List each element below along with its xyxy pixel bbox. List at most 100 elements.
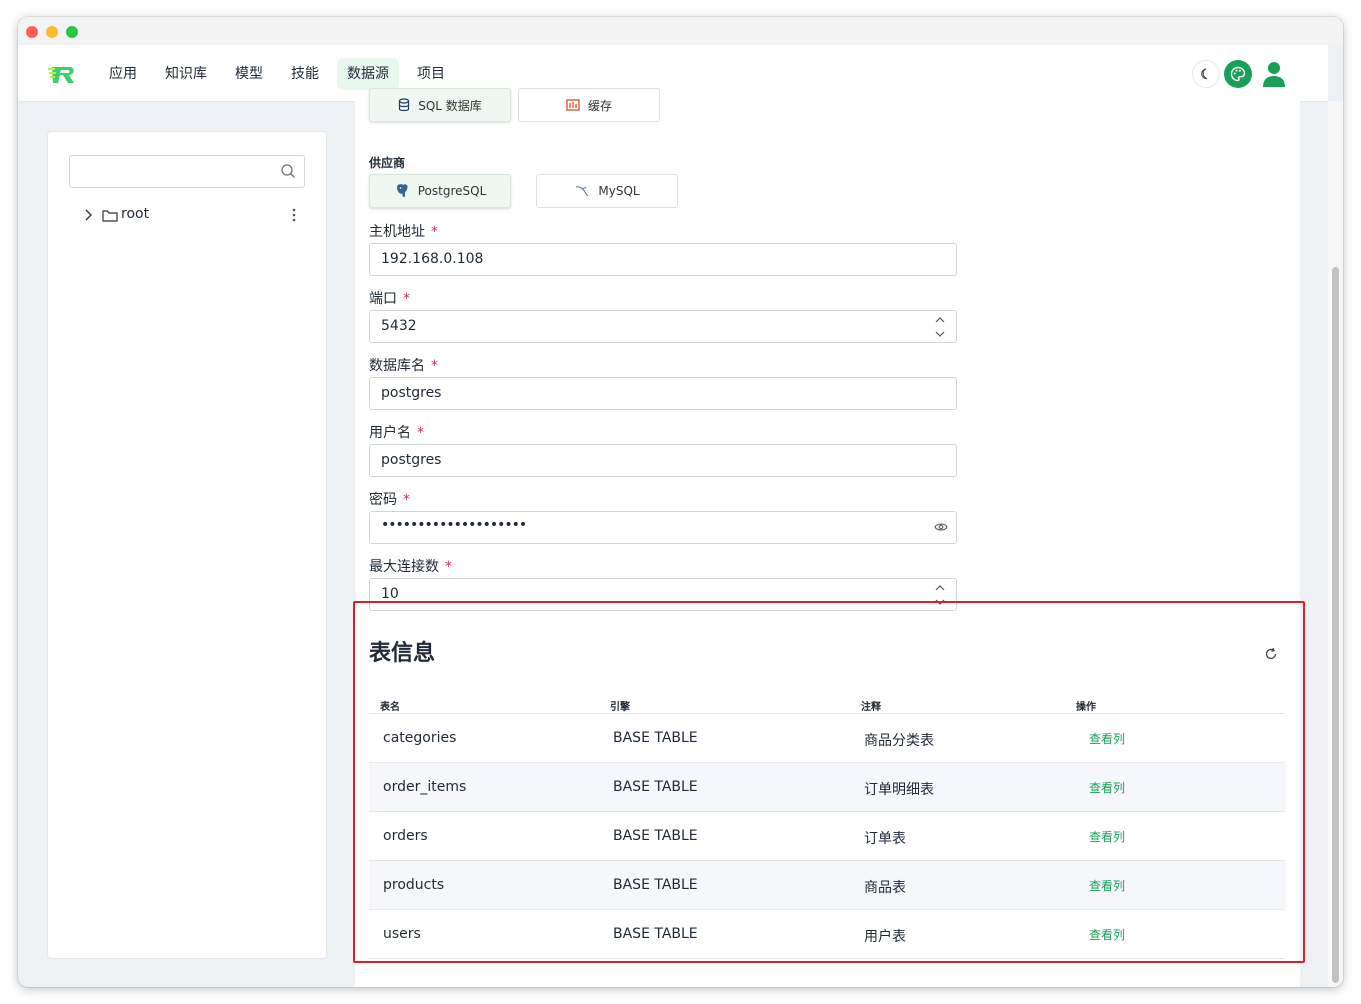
app-window: 应用 知识库 模型 技能 数据源 项目 root SQL 数据库 缓存 供应商 … <box>18 17 1343 987</box>
username-label: 用户名 * <box>369 425 424 441</box>
type-option-label: 缓存 <box>587 98 612 113</box>
password-value: •••••••••••••••••••• <box>381 517 527 533</box>
max-connections-value: 10 <box>381 586 399 602</box>
nav-item-data-sources[interactable]: 数据源 <box>337 58 399 90</box>
sidebar-search-input[interactable] <box>78 160 277 184</box>
nav-item-skills[interactable]: 技能 <box>281 58 329 90</box>
number-stepper-icon[interactable] <box>934 314 946 340</box>
required-mark: * <box>403 291 410 307</box>
provider-option-mysql[interactable]: MySQL <box>536 174 678 208</box>
table-name-cell: users <box>383 926 421 942</box>
provider-label: 供应商 <box>369 156 406 170</box>
sidebar-search-box <box>69 155 305 188</box>
column-header-table-name: 表名 <box>380 702 400 713</box>
folder-icon <box>102 210 118 222</box>
max-connections-input[interactable]: 10 <box>369 578 957 611</box>
database-name-input[interactable]: postgres <box>369 377 957 410</box>
required-mark: * <box>417 425 424 441</box>
eye-icon[interactable] <box>934 521 948 533</box>
nav-item-apps[interactable]: 应用 <box>99 58 147 90</box>
engine-cell: BASE TABLE <box>613 926 698 942</box>
table-row: order_items BASE TABLE 订单明细表 查看列 <box>369 763 1285 812</box>
tree-node-root[interactable]: root <box>80 204 298 226</box>
theme-color-button[interactable] <box>1224 60 1252 88</box>
engine-cell: BASE TABLE <box>613 828 698 844</box>
provider-option-postgresql[interactable]: PostgreSQL <box>369 174 511 208</box>
table-name-cell: orders <box>383 828 428 844</box>
host-input[interactable]: 192.168.0.108 <box>369 243 957 276</box>
app-logo-icon[interactable] <box>48 59 78 89</box>
port-input[interactable]: 5432 <box>369 310 957 343</box>
view-columns-link[interactable]: 查看列 <box>1089 926 1125 943</box>
page-scrollbar-thumb[interactable] <box>1332 267 1339 983</box>
table-name-cell: categories <box>383 730 457 746</box>
table-row: categories BASE TABLE 商品分类表 查看列 <box>369 714 1285 763</box>
port-value: 5432 <box>381 318 417 334</box>
user-avatar-icon[interactable] <box>1260 60 1288 88</box>
comment-cell: 订单明细表 <box>864 782 934 798</box>
comment-cell: 商品分类表 <box>864 733 934 749</box>
required-mark: * <box>431 224 438 240</box>
column-header-comment: 注释 <box>861 702 881 713</box>
view-columns-link[interactable]: 查看列 <box>1089 779 1125 796</box>
moon-icon <box>1201 68 1208 80</box>
title-bar <box>18 17 1343 45</box>
database-icon <box>399 98 410 112</box>
view-columns-link[interactable]: 查看列 <box>1089 730 1125 747</box>
close-window-button[interactable] <box>26 26 38 38</box>
view-columns-link[interactable]: 查看列 <box>1089 877 1125 894</box>
port-label: 端口 * <box>369 291 410 307</box>
comment-cell: 商品表 <box>864 880 906 896</box>
table-row: users BASE TABLE 用户表 查看列 <box>369 910 1285 959</box>
password-label: 密码 * <box>369 492 410 508</box>
cache-icon <box>566 99 580 111</box>
host-label: 主机地址 * <box>369 224 438 240</box>
engine-cell: BASE TABLE <box>613 877 698 893</box>
required-mark: * <box>445 559 452 575</box>
table-info-card: 表信息 表名 引擎 注释 操作 categories BASE TABLE 商品… <box>355 616 1300 987</box>
type-option-cache[interactable]: 缓存 <box>518 88 660 122</box>
engine-cell: BASE TABLE <box>613 730 698 746</box>
column-header-engine: 引擎 <box>610 702 630 713</box>
table-name-cell: products <box>383 877 445 893</box>
table-name-cell: order_items <box>383 779 467 795</box>
chevron-right-icon[interactable] <box>82 208 94 222</box>
table-row: orders BASE TABLE 订单表 查看列 <box>369 812 1285 861</box>
table-info-title: 表信息 <box>369 641 436 666</box>
nav-item-models[interactable]: 模型 <box>225 58 273 90</box>
top-navbar: 应用 知识库 模型 技能 数据源 项目 <box>18 45 1328 102</box>
host-value: 192.168.0.108 <box>381 251 484 267</box>
nav-item-knowledge-base[interactable]: 知识库 <box>155 58 217 90</box>
database-name-value: postgres <box>381 385 442 401</box>
tree-node-label: root <box>121 206 150 222</box>
database-name-label: 数据库名 * <box>369 358 438 374</box>
required-mark: * <box>403 492 410 508</box>
provider-option-label: MySQL <box>598 184 640 198</box>
type-option-label: SQL 数据库 <box>418 98 482 113</box>
column-header-actions: 操作 <box>1076 702 1096 713</box>
dark-mode-toggle[interactable] <box>1192 60 1220 88</box>
search-icon[interactable] <box>280 163 296 179</box>
comment-cell: 订单表 <box>864 831 906 847</box>
number-stepper-icon[interactable] <box>934 582 946 608</box>
postgresql-icon <box>396 184 408 197</box>
max-connections-label: 最大连接数 * <box>369 559 452 575</box>
datasource-form-panel: SQL 数据库 缓存 供应商 PostgreSQL MySQL 主机地址* 1 <box>355 88 1300 987</box>
comment-cell: 用户表 <box>864 929 906 945</box>
nav-item-projects[interactable]: 项目 <box>407 58 455 90</box>
view-columns-link[interactable]: 查看列 <box>1089 828 1125 845</box>
username-value: postgres <box>381 452 442 468</box>
type-option-sql-database[interactable]: SQL 数据库 <box>369 88 511 122</box>
engine-cell: BASE TABLE <box>613 779 698 795</box>
zoom-window-button[interactable] <box>66 26 78 38</box>
username-input[interactable]: postgres <box>369 444 957 477</box>
palette-icon <box>1230 66 1246 82</box>
required-mark: * <box>431 358 438 374</box>
table-row: products BASE TABLE 商品表 查看列 <box>369 861 1285 910</box>
sidebar-panel: root <box>47 131 327 959</box>
password-input[interactable]: •••••••••••••••••••• <box>369 511 957 544</box>
minimize-window-button[interactable] <box>46 26 58 38</box>
mysql-icon <box>576 186 589 197</box>
more-vertical-icon[interactable] <box>290 207 298 223</box>
refresh-icon[interactable] <box>1264 647 1278 661</box>
